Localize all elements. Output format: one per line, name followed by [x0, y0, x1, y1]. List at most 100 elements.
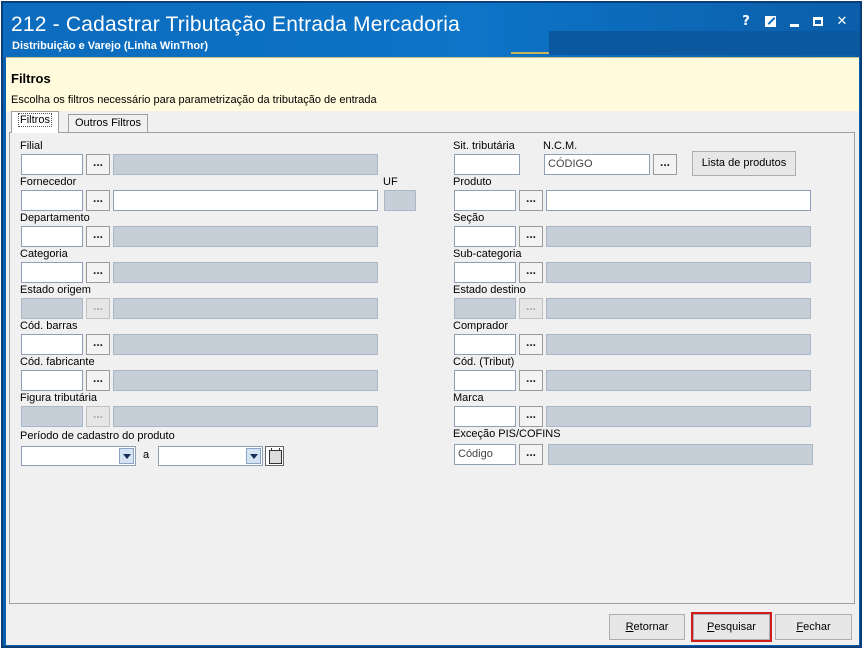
excecao-pis-cofins-label: Exceção PIS/COFINS	[453, 428, 561, 440]
chevron-down-icon[interactable]	[119, 448, 134, 464]
excecao-pis-cofins-input[interactable]: Código	[454, 444, 516, 465]
produto-description-input[interactable]	[546, 190, 811, 211]
edit-window-button[interactable]	[758, 12, 782, 30]
app-window: 212 - Cadastrar Tributação Entrada Merca…	[1, 1, 862, 648]
fechar-button[interactable]: Fechar	[775, 614, 852, 640]
retornar-button[interactable]: Retornar	[609, 614, 685, 640]
cod-fabricante-description-field	[113, 370, 378, 391]
fornecedor-code-input[interactable]	[21, 190, 83, 211]
filter-header-description: Escolha os filtros necessário para param…	[11, 94, 377, 106]
window-controls: ? ✕	[734, 12, 854, 30]
fornecedor-description-input[interactable]	[113, 190, 378, 211]
sub-categoria-code-input[interactable]	[454, 262, 516, 283]
retornar-accelerator: R	[625, 621, 634, 633]
secao-description-field	[546, 226, 811, 247]
sit-tributaria-label: Sit. tributária	[453, 140, 515, 152]
close-button[interactable]: ✕	[830, 12, 854, 30]
comprador-description-field	[546, 334, 811, 355]
cod-fabricante-input[interactable]	[21, 370, 83, 391]
categoria-label: Categoria	[20, 248, 68, 260]
departamento-code-input[interactable]	[21, 226, 83, 247]
marca-code-input[interactable]	[454, 406, 516, 427]
minimize-icon	[789, 24, 799, 27]
sub-categoria-lookup-button[interactable]: ...	[519, 262, 543, 283]
sub-categoria-label: Sub-categoria	[453, 248, 522, 260]
produto-label: Produto	[453, 176, 492, 188]
marca-description-field	[546, 406, 811, 427]
categoria-code-input[interactable]	[21, 262, 83, 283]
calendar-icon[interactable]	[265, 446, 284, 466]
comprador-code-input[interactable]	[454, 334, 516, 355]
filter-header-title: Filtros	[11, 71, 51, 86]
departamento-lookup-button[interactable]: ...	[86, 226, 110, 247]
cod-barras-lookup-button[interactable]: ...	[86, 334, 110, 355]
estado-origem-description-field	[113, 298, 378, 319]
fechar-label: echar	[803, 621, 831, 633]
filial-lookup-button[interactable]: ...	[86, 154, 110, 175]
chevron-down-icon[interactable]	[246, 448, 261, 464]
estado-destino-description-field	[546, 298, 811, 319]
figura-tributaria-label: Figura tributária	[20, 392, 98, 404]
periodo-end-date-picker[interactable]	[158, 446, 263, 466]
periodo-separator: a	[143, 449, 150, 461]
cod-tribut-label: Cód. (Tribut)	[453, 356, 515, 368]
help-button[interactable]: ?	[734, 12, 758, 30]
produto-lookup-button[interactable]: ...	[519, 190, 543, 211]
estado-origem-code-field	[21, 298, 83, 319]
cod-tribut-description-field	[546, 370, 811, 391]
pesquisar-label: esquisar	[714, 621, 756, 633]
filial-description-field	[113, 154, 378, 175]
sub-categoria-description-field	[546, 262, 811, 283]
marca-label: Marca	[453, 392, 484, 404]
departamento-description-field	[113, 226, 378, 247]
tab-filtros[interactable]: Filtros	[11, 111, 59, 133]
comprador-lookup-button[interactable]: ...	[519, 334, 543, 355]
maximize-button[interactable]	[806, 12, 830, 30]
uf-field	[384, 190, 416, 211]
sit-tributaria-input[interactable]	[454, 154, 520, 175]
tab-filtros-label: Filtros	[18, 113, 52, 127]
cod-barras-label: Cód. barras	[20, 320, 78, 332]
figura-tributaria-code-field	[21, 406, 83, 427]
pesquisar-button[interactable]: Pesquisar	[691, 612, 772, 642]
cod-tribut-input[interactable]	[454, 370, 516, 391]
secao-code-input[interactable]	[454, 226, 516, 247]
fornecedor-lookup-button[interactable]: ...	[86, 190, 110, 211]
comprador-label: Comprador	[453, 320, 509, 332]
produto-code-input[interactable]	[454, 190, 516, 211]
lista-produtos-button[interactable]: Lista de produtos	[692, 151, 796, 176]
retornar-label: etornar	[633, 621, 669, 633]
cod-barras-input[interactable]	[21, 334, 83, 355]
window-title: 212 - Cadastrar Tributação Entrada Merca…	[11, 13, 461, 36]
window-subtitle: Distribuição e Varejo (Linha WinThor)	[12, 40, 209, 52]
periodo-label: Período de cadastro do produto	[20, 430, 175, 442]
cod-fabricante-label: Cód. fabricante	[20, 356, 95, 368]
ncm-lookup-button[interactable]: ...	[653, 154, 677, 175]
filial-label: Filial	[20, 140, 43, 152]
cod-barras-description-field	[113, 334, 378, 355]
categoria-lookup-button[interactable]: ...	[86, 262, 110, 283]
estado-destino-code-field	[454, 298, 516, 319]
cod-fabricante-lookup-button[interactable]: ...	[86, 370, 110, 391]
filter-header: Filtros Escolha os filtros necessário pa…	[6, 57, 859, 111]
marca-lookup-button[interactable]: ...	[519, 406, 543, 427]
filters-panel: Filial ... Fornecedor ... UF Departament…	[9, 132, 855, 604]
excecao-pis-cofins-lookup-button[interactable]: ...	[519, 444, 543, 465]
secao-lookup-button[interactable]: ...	[519, 226, 543, 247]
ncm-input[interactable]: CÓDIGO	[544, 154, 650, 175]
minimize-button[interactable]	[782, 12, 806, 30]
excecao-pis-cofins-description-field	[548, 444, 813, 465]
cod-tribut-lookup-button[interactable]: ...	[519, 370, 543, 391]
uf-label: UF	[383, 176, 398, 188]
secao-label: Seção	[453, 212, 485, 224]
departamento-label: Departamento	[20, 212, 90, 224]
ncm-label: N.C.M.	[543, 140, 578, 152]
periodo-start-date-picker[interactable]	[21, 446, 136, 466]
figura-tributaria-lookup-button: ...	[86, 406, 110, 427]
edit-icon	[764, 15, 776, 27]
estado-destino-label: Estado destino	[453, 284, 526, 296]
tab-outros-filtros[interactable]: Outros Filtros	[68, 114, 149, 133]
title-bar[interactable]: 212 - Cadastrar Tributação Entrada Merca…	[3, 3, 860, 57]
title-accent-block	[549, 31, 860, 55]
filial-code-input[interactable]	[21, 154, 83, 175]
